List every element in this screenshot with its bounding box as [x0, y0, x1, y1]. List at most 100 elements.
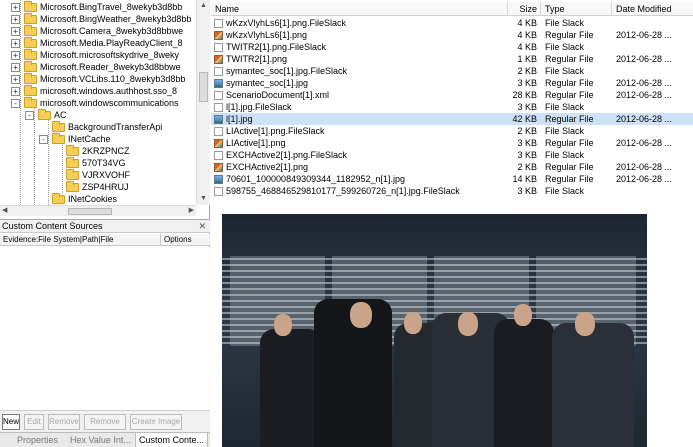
file-row[interactable]: EXCHActive2[1].png.FileSlack 3 KB File Sla…: [211, 149, 693, 161]
tree-horizontal-scrollbar[interactable]: ◀ ▶: [0, 205, 196, 216]
tree-item[interactable]: VJRXVOHF: [0, 169, 196, 181]
scroll-down-icon[interactable]: ▼: [200, 194, 207, 204]
remove-button[interactable]: Remove: [48, 414, 80, 430]
file-date: 2012-06-28 ...: [616, 90, 673, 100]
tree-item[interactable]: 570T34VG: [0, 157, 196, 169]
tree-item-label: INetCache: [68, 134, 111, 144]
tree-item-label: 2KRZPNCZ: [82, 146, 130, 156]
file-type: File Slack: [545, 126, 585, 136]
photo-person-head: [350, 302, 372, 328]
column-options[interactable]: Options: [160, 234, 210, 245]
file-name: EXCHActive2[1].png: [226, 162, 309, 172]
collapse-icon[interactable]: -: [39, 135, 48, 144]
png-image-icon: [214, 139, 223, 148]
file-row[interactable]: LIActive[1].png 3 KB Regular File 2012-06-2…: [211, 137, 693, 149]
expand-icon[interactable]: +: [11, 75, 20, 84]
tree-item[interactable]: + microsoft.windows.authhost.sso_8: [0, 85, 196, 97]
custom-sources-list[interactable]: [0, 247, 210, 410]
close-icon[interactable]: ✕: [198, 220, 206, 233]
scroll-up-icon[interactable]: ▲: [200, 1, 207, 11]
create-image-button[interactable]: Create Image: [130, 414, 182, 430]
tree-item[interactable]: ZSP4HRUJ: [0, 181, 196, 193]
column-name[interactable]: Name: [211, 2, 508, 16]
column-evidence[interactable]: Evidence:File System|Path|File: [3, 234, 113, 245]
file-name: symantec_soc[1].jpg.FileSlack: [226, 66, 348, 76]
expand-icon[interactable]: +: [11, 63, 20, 72]
expand-icon[interactable]: +: [11, 39, 20, 48]
tree-item[interactable]: - INetCache: [0, 133, 196, 145]
file-row[interactable]: l[1].jpg.FileSlack 3 KB File Slack: [211, 101, 693, 113]
preview-pane: [211, 204, 693, 447]
tree-item-label: microsoft.windows.authhost.sso_8: [40, 86, 178, 96]
custom-sources-toolbar: New Edit Remove Remove All Create Image: [0, 410, 210, 440]
tree-item[interactable]: + Microsoft.BingTravel_8wekyb3d8bb: [0, 1, 196, 13]
tree-item-label: BackgroundTransferApi: [68, 122, 163, 132]
file-type: File Slack: [545, 42, 585, 52]
tree-item[interactable]: + Microsoft.BingWeather_8wekyb3d8bb: [0, 13, 196, 25]
tab-properties[interactable]: Properties: [14, 433, 61, 447]
edit-button[interactable]: Edit: [24, 414, 44, 430]
scroll-right-icon[interactable]: ▶: [189, 206, 194, 216]
tab-hex-value-interpreter[interactable]: Hex Value Int...: [67, 433, 134, 447]
expand-icon[interactable]: +: [11, 51, 20, 60]
file-row[interactable]: wKzxVlyhLs6[1].png 4 KB Regular File 2012-0…: [211, 29, 693, 41]
expand-icon[interactable]: +: [11, 15, 20, 24]
file-name: l[1].jpg.FileSlack: [226, 102, 292, 112]
file-row[interactable]: ScenarioDocument[1].xml 28 KB Regular File…: [211, 89, 693, 101]
tree-item[interactable]: 2KRZPNCZ: [0, 145, 196, 157]
photo-blind-slat: [222, 282, 647, 284]
folder-icon: [24, 49, 37, 60]
tree-item[interactable]: INetCookies: [0, 193, 196, 205]
file-row[interactable]: l[1].jpg 42 KB Regular File 2012-06-28 ...: [211, 113, 693, 125]
remove-all-button[interactable]: Remove All: [84, 414, 126, 440]
expand-icon[interactable]: +: [11, 3, 20, 12]
column-date-modified[interactable]: Date Modified: [612, 2, 693, 16]
tree-item[interactable]: - microsoft.windowscommunications: [0, 97, 196, 109]
new-button[interactable]: New: [2, 414, 20, 430]
photo-blind-slat: [222, 306, 647, 308]
scroll-left-icon[interactable]: ◀: [2, 206, 7, 216]
file-list-header: Name Size Type Date Modified: [211, 2, 693, 16]
file-row[interactable]: wKzxVlyhLs6[1].png.FileSlack 4 KB File Sla…: [211, 17, 693, 29]
file-row[interactable]: 70601_100000849309344_1182952_n[1].jpg 14…: [211, 173, 693, 185]
slack-file-icon: [214, 43, 223, 52]
file-date: 2012-06-28 ...: [616, 114, 673, 124]
photo-person-head: [514, 304, 532, 326]
tree-item[interactable]: + Microsoft.microsoftskydrive_8weky: [0, 49, 196, 61]
file-row[interactable]: symantec_soc[1].jpg.FileSlack 2 KB File Sl…: [211, 65, 693, 77]
file-size: 28 KB: [512, 90, 537, 100]
column-size[interactable]: Size: [508, 2, 541, 16]
file-row[interactable]: LIActive[1].png.FileSlack 2 KB File Slack: [211, 125, 693, 137]
tree-item[interactable]: + Microsoft.Camera_8wekyb3d8bbwe: [0, 25, 196, 37]
folder-icon: [24, 97, 37, 108]
slack-file-icon: [214, 19, 223, 28]
tree-hscroll-thumb[interactable]: [68, 208, 112, 215]
file-type: Regular File: [545, 162, 594, 172]
tree-vscroll-thumb[interactable]: [199, 72, 208, 102]
collapse-icon[interactable]: -: [11, 99, 20, 108]
folder-icon: [38, 109, 51, 120]
tree-item[interactable]: + Microsoft.Media.PlayReadyClient_8: [0, 37, 196, 49]
expand-icon[interactable]: +: [11, 87, 20, 96]
tree-item[interactable]: BackgroundTransferApi: [0, 121, 196, 133]
expand-icon[interactable]: +: [11, 27, 20, 36]
file-row[interactable]: TWITR2[1].png.FileSlack 4 KB File Slack: [211, 41, 693, 53]
tree-item[interactable]: + Microsoft.VCLibs.110_8wekyb3d8bb: [0, 73, 196, 85]
tab-custom-content[interactable]: Custom Conte...: [135, 433, 209, 447]
column-type[interactable]: Type: [541, 2, 612, 16]
file-row[interactable]: 598755_468846529810177_599260726_n[1].jp…: [211, 185, 693, 197]
tree-item[interactable]: + Microsoft.Reader_8wekyb3d8bbwe: [0, 61, 196, 73]
slack-file-icon: [214, 151, 223, 160]
file-size: 3 KB: [517, 138, 537, 148]
folder-tree[interactable]: + Microsoft.BingTravel_8wekyb3d8bb + Micros…: [0, 0, 210, 205]
jpg-image-icon: [214, 79, 223, 88]
file-row[interactable]: TWITR2[1].png 1 KB Regular File 2012-06-28 …: [211, 53, 693, 65]
file-type: File Slack: [545, 102, 585, 112]
png-image-icon: [214, 55, 223, 64]
file-row[interactable]: symantec_soc[1].jpg 3 KB Regular File 2012-…: [211, 77, 693, 89]
tree-item[interactable]: - AC: [0, 109, 196, 121]
collapse-icon[interactable]: -: [25, 111, 34, 120]
tree-vertical-scrollbar[interactable]: ▲ ▼: [196, 0, 210, 205]
file-row[interactable]: EXCHActive2[1].png 2 KB Regular File 2012-0…: [211, 161, 693, 173]
file-size: 14 KB: [512, 174, 537, 184]
